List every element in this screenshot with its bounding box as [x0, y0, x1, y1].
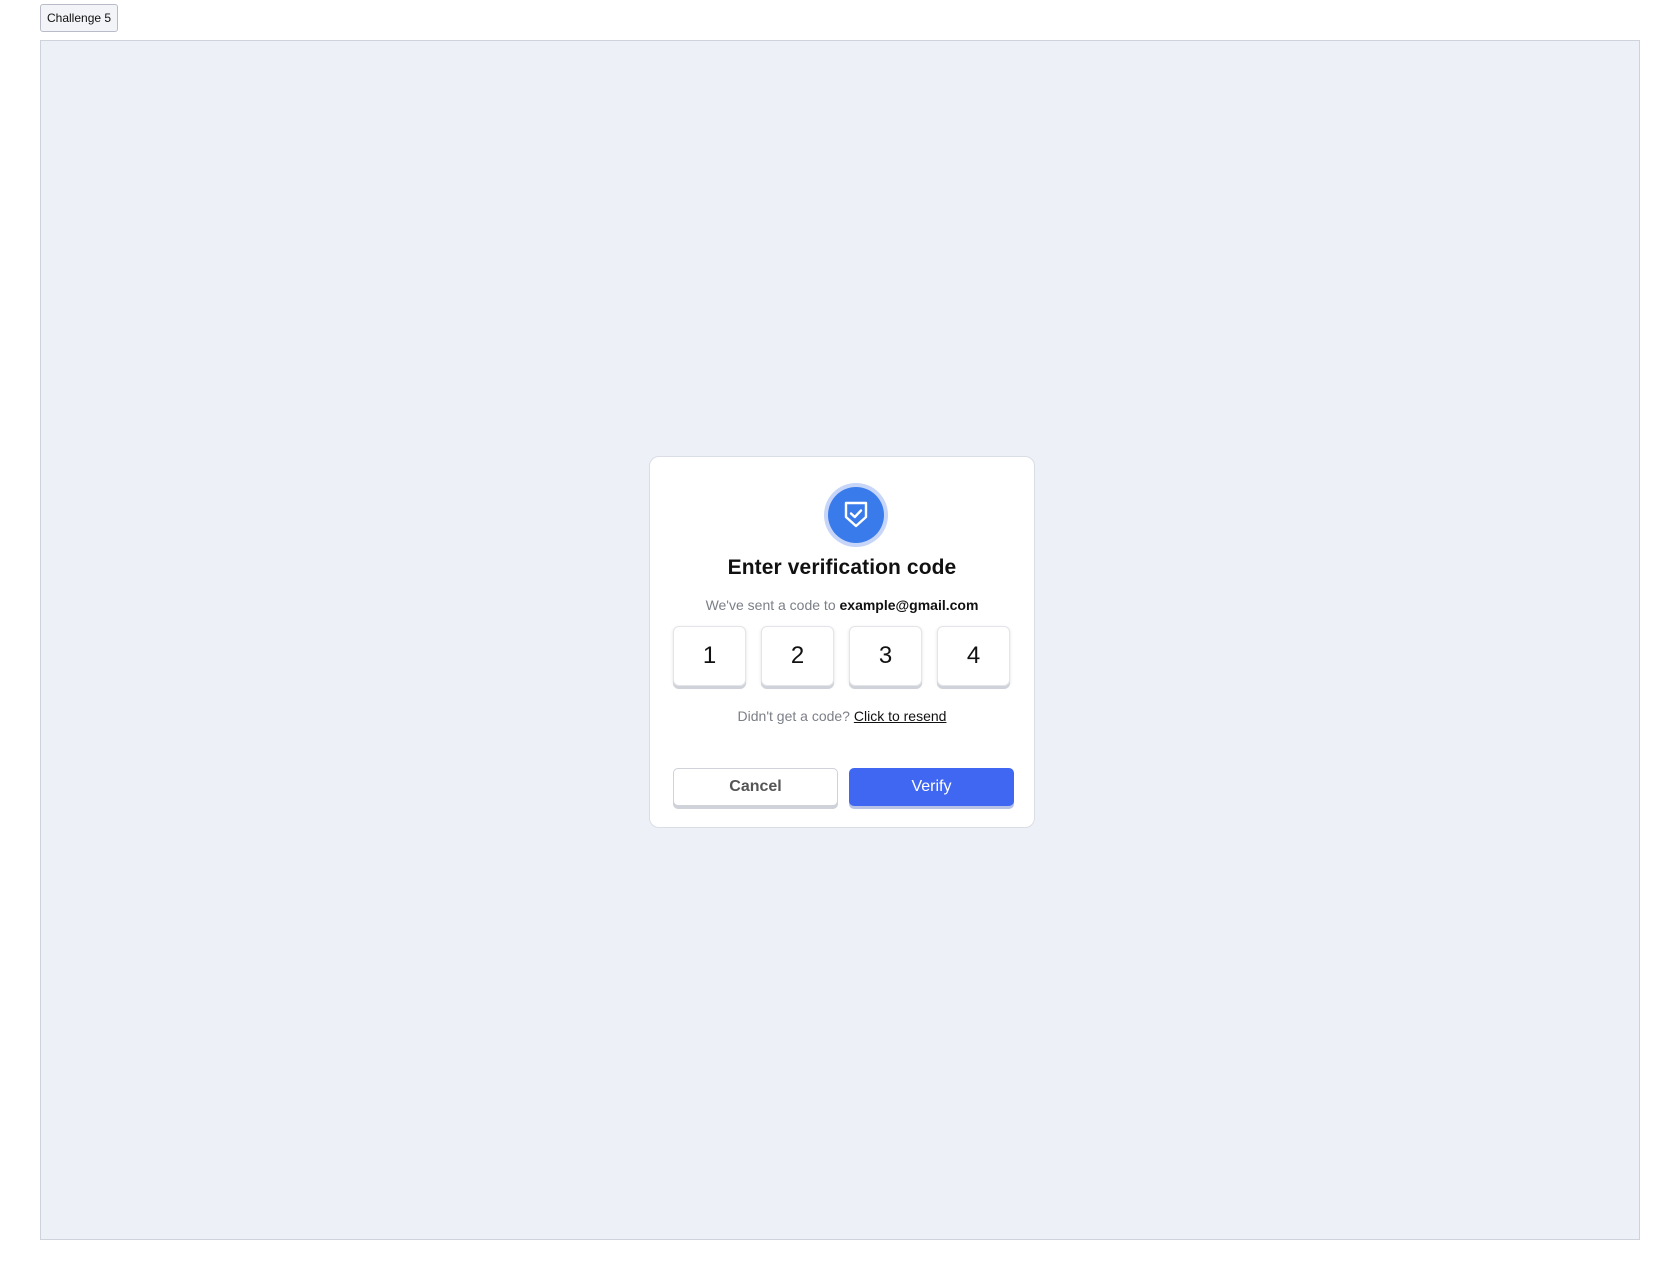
code-digit-1[interactable]: [673, 626, 746, 686]
challenge-tab[interactable]: Challenge 5: [40, 4, 119, 32]
stage: Enter verification code We've sent a cod…: [40, 40, 1640, 1240]
modal-subtitle: We've sent a code to example@gmail.com: [650, 597, 1034, 613]
resend-prompt: Didn't get a code?: [737, 708, 850, 724]
modal-title: Enter verification code: [727, 556, 957, 579]
code-input-row: [673, 626, 1013, 688]
shield-badge: [824, 483, 888, 547]
subtitle-prefix: We've sent a code to: [705, 597, 836, 613]
resend-link[interactable]: Click to resend: [854, 708, 947, 724]
verification-modal: Enter verification code We've sent a cod…: [649, 456, 1035, 828]
shield-check-icon: [844, 501, 868, 528]
shield-circle: [828, 487, 884, 543]
cancel-button[interactable]: Cancel: [673, 768, 838, 806]
resend-row: Didn't get a code? Click to resend: [650, 708, 1034, 724]
code-digit-4[interactable]: [937, 626, 1010, 686]
verify-button[interactable]: Verify: [849, 768, 1014, 806]
code-digit-2[interactable]: [761, 626, 834, 686]
recipient-email: example@gmail.com: [839, 597, 979, 613]
code-digit-3[interactable]: [849, 626, 922, 686]
